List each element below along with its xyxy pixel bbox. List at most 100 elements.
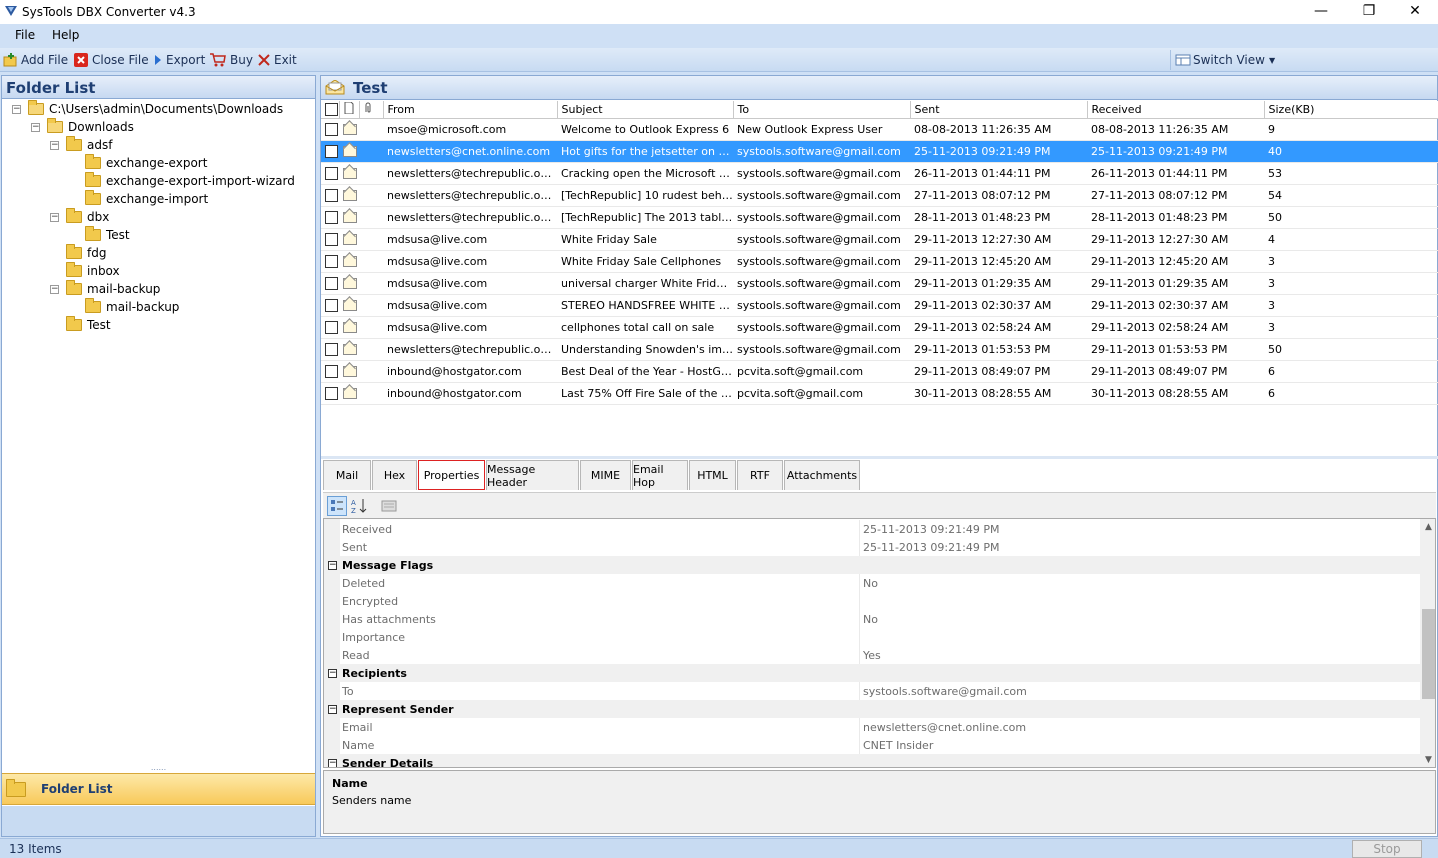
- column-header-to[interactable]: To: [733, 101, 911, 119]
- menu-file[interactable]: File: [15, 28, 35, 42]
- row-checkbox[interactable]: [325, 342, 338, 356]
- tree-node[interactable]: adsf: [66, 136, 112, 154]
- exit-button[interactable]: Exit: [258, 52, 297, 68]
- row-checkbox[interactable]: [325, 386, 338, 400]
- row-checkbox-cell[interactable]: [321, 250, 339, 273]
- panel-resize-grip[interactable]: ......: [2, 764, 315, 772]
- property-row[interactable]: Email newsletters@cnet.online.com: [324, 718, 1420, 736]
- tree-node[interactable]: exchange-import: [85, 190, 208, 208]
- collapse-icon[interactable]: −: [328, 560, 337, 570]
- folder-list-nav-button[interactable]: Folder List: [2, 773, 315, 805]
- tree-node[interactable]: Downloads: [47, 118, 134, 136]
- tree-expander-icon[interactable]: −: [50, 141, 59, 150]
- export-button[interactable]: Export: [154, 52, 205, 68]
- select-all-checkbox[interactable]: [325, 103, 338, 116]
- minimize-button[interactable]: —: [1298, 0, 1344, 24]
- property-row[interactable]: Read Yes: [324, 646, 1420, 664]
- tab-rtf[interactable]: RTF: [737, 460, 783, 490]
- menu-help[interactable]: Help: [52, 28, 79, 42]
- row-checkbox[interactable]: [325, 320, 338, 334]
- select-all-column[interactable]: [321, 101, 340, 119]
- scroll-down-icon[interactable]: ▼: [1420, 752, 1435, 767]
- message-row[interactable]: newsletters@techrepublic.onli... [TechRep…: [321, 206, 1438, 229]
- tree-expander-icon[interactable]: −: [12, 105, 21, 114]
- tab-properties[interactable]: Properties: [418, 460, 485, 490]
- message-row[interactable]: mdsusa@live.com cellphones total call on …: [321, 316, 1438, 339]
- row-checkbox-cell[interactable]: [321, 228, 339, 251]
- row-checkbox-cell[interactable]: [321, 272, 339, 295]
- close-file-button[interactable]: Close File: [74, 52, 149, 68]
- message-row[interactable]: newsletters@techrepublic.onli... Cracking…: [321, 162, 1438, 185]
- message-row[interactable]: msoe@microsoft.com Welcome to Outlook Exp…: [321, 118, 1438, 141]
- tab-message-header[interactable]: Message Header: [486, 460, 579, 490]
- property-row[interactable]: Importance: [324, 628, 1420, 646]
- row-checkbox[interactable]: [325, 122, 338, 136]
- tree-node[interactable]: exchange-export: [85, 154, 207, 172]
- column-header-subject[interactable]: Subject: [557, 101, 734, 119]
- tab-mime[interactable]: MIME: [580, 460, 631, 490]
- tab-attachments[interactable]: Attachments: [784, 460, 860, 490]
- scroll-up-icon[interactable]: ▲: [1420, 519, 1435, 536]
- message-row[interactable]: mdsusa@live.com White Friday Sale Cellpho…: [321, 250, 1438, 273]
- tree-node[interactable]: mail-backup: [66, 280, 160, 298]
- row-checkbox-cell[interactable]: [321, 316, 339, 339]
- row-checkbox[interactable]: [325, 254, 338, 268]
- tree-node[interactable]: Test: [66, 316, 111, 334]
- property-category[interactable]: − Recipients: [324, 664, 1420, 682]
- tree-node[interactable]: C:\Users\admin\Documents\Downloads: [28, 100, 283, 118]
- buy-button[interactable]: Buy: [210, 52, 253, 68]
- restore-button[interactable]: ❐: [1346, 0, 1392, 24]
- sort-alphabetical-button[interactable]: AZ: [349, 496, 369, 516]
- tab-html[interactable]: HTML: [689, 460, 736, 490]
- tree-node[interactable]: mail-backup: [85, 298, 179, 316]
- property-row[interactable]: Has attachments No: [324, 610, 1420, 628]
- message-row[interactable]: newsletters@cnet.online.com Hot gifts for…: [321, 140, 1438, 163]
- tree-node[interactable]: inbox: [66, 262, 120, 280]
- property-row[interactable]: Encrypted: [324, 592, 1420, 610]
- row-checkbox[interactable]: [325, 298, 338, 312]
- collapse-icon[interactable]: −: [328, 758, 337, 767]
- tree-expander-icon[interactable]: −: [31, 123, 40, 132]
- row-checkbox[interactable]: [325, 166, 338, 180]
- add-file-button[interactable]: Add File: [3, 52, 68, 68]
- scroll-thumb[interactable]: [1422, 609, 1435, 699]
- message-row[interactable]: inbound@hostgator.com Best Deal of the Ye…: [321, 360, 1438, 383]
- property-category[interactable]: − Sender Details: [324, 754, 1420, 767]
- column-header-received[interactable]: Received: [1087, 101, 1265, 119]
- property-row[interactable]: Name CNET Insider: [324, 736, 1420, 754]
- row-checkbox-cell[interactable]: [321, 294, 339, 317]
- message-row[interactable]: mdsusa@live.com STEREO HANDSFREE WHITE FR…: [321, 294, 1438, 317]
- tree-node[interactable]: exchange-export-import-wizard: [85, 172, 295, 190]
- attachment-column[interactable]: [359, 101, 384, 119]
- tree-expander-icon[interactable]: −: [50, 213, 59, 222]
- switch-view-button[interactable]: Switch View ▼: [1170, 50, 1438, 70]
- tree-node[interactable]: Test: [85, 226, 130, 244]
- row-checkbox[interactable]: [325, 210, 338, 224]
- stop-button[interactable]: Stop: [1352, 840, 1422, 858]
- tab-mail[interactable]: Mail: [323, 460, 371, 490]
- close-window-button[interactable]: ✕: [1392, 0, 1438, 24]
- property-row[interactable]: Received 25-11-2013 09:21:49 PM: [324, 520, 1420, 538]
- row-checkbox-cell[interactable]: [321, 206, 339, 229]
- row-checkbox-cell[interactable]: [321, 382, 339, 405]
- categorized-view-button[interactable]: [327, 496, 347, 516]
- property-pages-button[interactable]: [379, 496, 399, 516]
- row-checkbox[interactable]: [325, 144, 338, 158]
- tab-hex[interactable]: Hex: [372, 460, 417, 490]
- properties-scrollbar[interactable]: ▲ ▼: [1420, 519, 1435, 767]
- property-row[interactable]: Deleted No: [324, 574, 1420, 592]
- row-checkbox[interactable]: [325, 232, 338, 246]
- row-checkbox-cell[interactable]: [321, 118, 339, 141]
- row-checkbox-cell[interactable]: [321, 338, 339, 361]
- message-row[interactable]: newsletters@techrepublic.onli... Understa…: [321, 338, 1438, 361]
- tree-expander-icon[interactable]: −: [50, 285, 59, 294]
- property-category[interactable]: − Message Flags: [324, 556, 1420, 574]
- collapse-icon[interactable]: −: [328, 668, 337, 678]
- row-checkbox[interactable]: [325, 188, 338, 202]
- row-checkbox[interactable]: [325, 276, 338, 290]
- message-row[interactable]: mdsusa@live.com White Friday Sale systools…: [321, 228, 1438, 251]
- row-checkbox-cell[interactable]: [321, 140, 339, 163]
- read-status-column[interactable]: [339, 101, 360, 119]
- splitter[interactable]: [321, 456, 1438, 459]
- message-row[interactable]: inbound@hostgator.com Last 75% Off Fire S…: [321, 382, 1438, 405]
